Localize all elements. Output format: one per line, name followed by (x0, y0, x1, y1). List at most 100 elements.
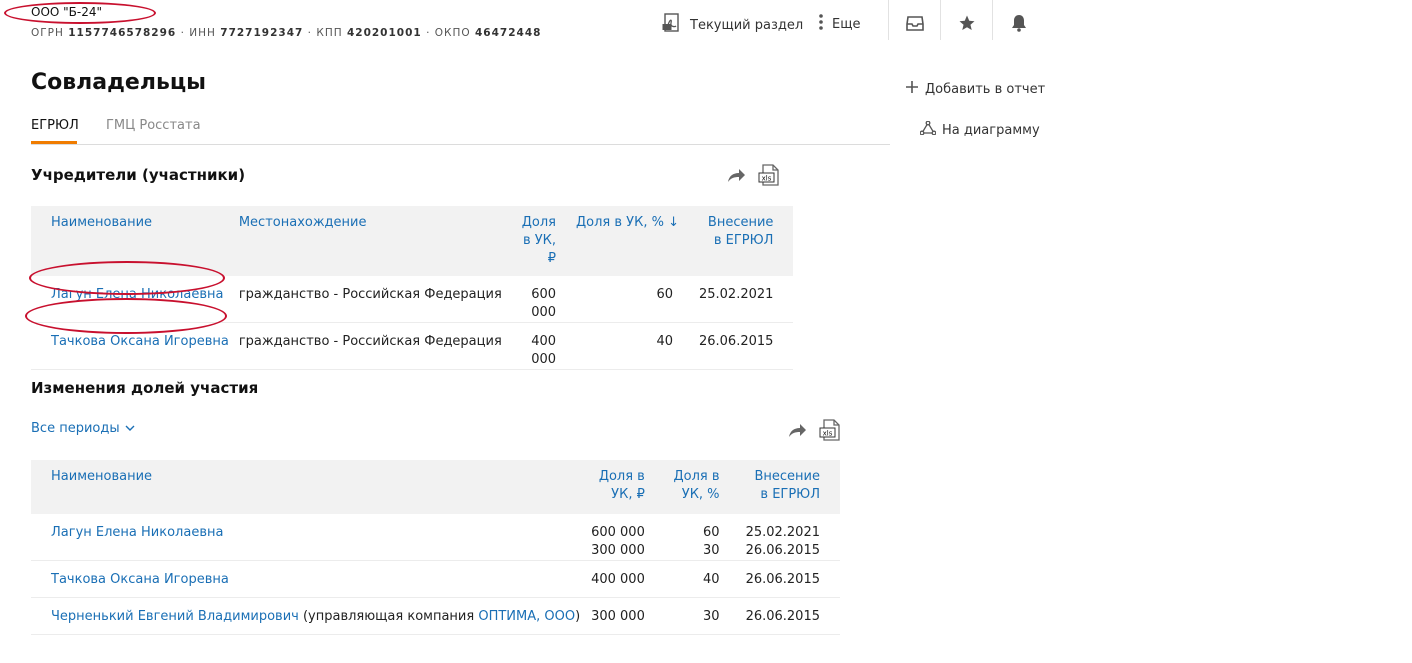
share-rub-value: 400 000 (580, 560, 655, 598)
inn-value: 7727192347 (220, 27, 304, 39)
founder-entry-date: 25.02.2021 (688, 276, 794, 323)
chevron-down-icon (125, 421, 135, 436)
founder-share-rub: 400 000 (511, 322, 567, 370)
column-header-share-rub[interactable]: Доля в УК, ₽ (580, 460, 655, 514)
inbox-icon[interactable] (904, 12, 926, 34)
share-rub-value: 300 000 (591, 543, 645, 558)
company-name: ООО "Б-24" (31, 5, 103, 19)
tab-egrul[interactable]: ЕГРЮЛ (31, 118, 79, 133)
changes-table: Наименование Доля в УК, ₽ Доля в УК, % В… (31, 460, 840, 635)
name-cell: Лагун Елена Николаевна (31, 514, 581, 561)
tabs-divider (31, 144, 890, 145)
share-icon[interactable] (787, 421, 807, 443)
column-header-share-pct[interactable]: Доля в УК, % ↓ (566, 206, 689, 276)
management-note-suffix: ) (575, 609, 581, 624)
column-header-location[interactable]: Местонахождение (229, 206, 512, 276)
svg-text:xls: xls (762, 175, 772, 183)
share-pct-value: 60 (703, 525, 720, 540)
share-pct-value: 40 (654, 560, 736, 598)
column-header-share-pct[interactable]: Доля в УК, % (655, 460, 736, 514)
column-header-name[interactable]: Наименование (31, 460, 580, 514)
management-note-prefix: (управляющая компания (302, 609, 475, 624)
pdf-icon (662, 13, 682, 37)
page-title: Совладельцы (31, 70, 207, 95)
to-diagram-label: На диаграмму (942, 122, 1040, 138)
share-pct-value: 30 (654, 597, 736, 635)
owner-name-link[interactable]: Черненький Евгений Владимирович (51, 609, 299, 624)
separator: · (180, 27, 185, 39)
current-section-label: Текущий раздел (690, 17, 804, 33)
period-filter-dropdown[interactable]: Все периоды (31, 421, 135, 436)
tab-gmc-rosstat[interactable]: ГМЦ Росстата (106, 118, 201, 133)
divider (888, 0, 889, 40)
separator: · (307, 27, 313, 39)
more-label: Еще (832, 16, 861, 32)
add-to-report-label: Добавить в отчет (925, 81, 1046, 97)
bell-icon[interactable] (1008, 12, 1030, 34)
separator: · (426, 27, 431, 39)
founder-share-pct: 60 (566, 276, 689, 323)
active-tab-indicator (31, 141, 77, 144)
xls-icon[interactable]: xls (819, 419, 841, 445)
column-header-share-rub[interactable]: Доля в УК, ₽ (512, 206, 566, 276)
ogrn-label: ОГРН (31, 27, 64, 39)
ogrn-value: 1157746578296 (68, 27, 177, 39)
add-to-report-button[interactable]: Добавить в отчет (905, 80, 1045, 98)
founder-share-rub: 600 000 (511, 276, 567, 323)
column-header-name[interactable]: Наименование (31, 206, 229, 276)
kpp-label: КПП (316, 27, 343, 39)
founder-location: гражданство - Российская Федерация (228, 322, 512, 370)
management-company-link[interactable]: ОПТИМА, ООО (478, 609, 575, 624)
kpp-value: 420201001 (346, 27, 422, 39)
share-rub-value: 600 000 (591, 525, 645, 540)
share-rub-value: 300 000 (580, 597, 655, 635)
diagram-icon (919, 120, 937, 139)
xls-icon[interactable]: xls (758, 164, 780, 190)
column-header-entry-line2: в ЕГРЮЛ (760, 487, 820, 502)
name-cell: Тачкова Оксана Игоревна (31, 560, 581, 598)
share-icon[interactable] (726, 166, 746, 188)
table-row: Тачкова Оксана Игоревна гражданство - Ро… (31, 322, 794, 370)
company-identifiers: ОГРН 1157746578296 · ИНН 7727192347 · КП… (31, 27, 541, 39)
entry-date-cell: 25.02.2021 26.06.2015 (735, 514, 840, 561)
table-row: Лагун Елена Николаевна гражданство - Рос… (31, 276, 794, 323)
share-rub-cell: 600 000 300 000 (580, 514, 655, 561)
share-pct-cell: 60 30 (654, 514, 736, 561)
table-header: Наименование Местонахождение Доля в УК, … (31, 206, 794, 276)
entry-date-value: 26.06.2015 (735, 597, 840, 635)
more-dots-icon (818, 13, 824, 35)
star-icon[interactable] (956, 12, 978, 34)
founder-entry-date: 26.06.2015 (688, 322, 794, 370)
founder-name-link[interactable]: Лагун Елена Николаевна (31, 276, 229, 323)
column-header-entry[interactable]: Внесение в ЕГРЮЛ (736, 460, 840, 514)
column-header-entry-line1: Внесение (754, 469, 820, 484)
period-filter-label: Все периоды (31, 421, 120, 436)
plus-icon (905, 80, 919, 98)
divider (992, 0, 993, 40)
more-button[interactable]: Еще (818, 13, 860, 35)
owner-name-link[interactable]: Тачкова Оксана Игоревна (51, 572, 229, 587)
table-row: Черненький Евгений Владимирович (управля… (31, 597, 840, 635)
changes-title: Изменения долей участия (31, 379, 259, 397)
column-header-entry-line1: Внесение (707, 215, 774, 230)
owner-name-link[interactable]: Лагун Елена Николаевна (51, 525, 223, 540)
name-cell: Черненький Евгений Владимирович (управля… (31, 597, 581, 635)
column-header-entry-line2: в ЕГРЮЛ (713, 233, 774, 248)
table-header: Наименование Доля в УК, ₽ Доля в УК, % В… (31, 460, 840, 514)
entry-date-value: 26.06.2015 (745, 543, 820, 558)
current-section-button[interactable]: Текущий раздел (662, 13, 803, 37)
entry-date-value: 26.06.2015 (735, 560, 840, 598)
table-row: Лагун Елена Николаевна 600 000 300 000 60… (31, 514, 840, 561)
column-header-entry[interactable]: Внесение в ЕГРЮЛ (689, 206, 793, 276)
founder-name-link[interactable]: Тачкова Оксана Игоревна (31, 322, 229, 370)
share-pct-value: 30 (703, 543, 720, 558)
table-row: Тачкова Оксана Игоревна 400 000 40 26.06… (31, 560, 840, 598)
inn-label: ИНН (189, 27, 216, 39)
entry-date-value: 25.02.2021 (745, 525, 820, 540)
founder-share-pct: 40 (566, 322, 689, 370)
founders-table: Наименование Местонахождение Доля в УК, … (31, 206, 794, 370)
to-diagram-button[interactable]: На диаграмму (919, 120, 1040, 139)
okpo-label: ОКПО (434, 27, 471, 39)
okpo-value: 46472448 (474, 27, 542, 39)
founder-location: гражданство - Российская Федерация (228, 276, 512, 323)
